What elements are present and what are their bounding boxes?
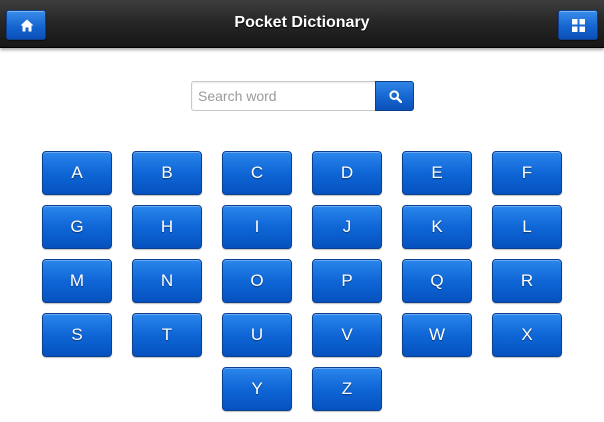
letter-button-w[interactable]: W [402, 313, 472, 357]
letter-button-f[interactable]: F [492, 151, 562, 195]
grid-icon [572, 19, 585, 32]
home-icon [20, 19, 34, 32]
letter-button-x[interactable]: X [492, 313, 562, 357]
page-title: Pocket Dictionary [234, 14, 370, 31]
letter-button-m[interactable]: M [42, 259, 112, 303]
search-button[interactable] [375, 81, 414, 111]
letter-grid: ABCDEF GHIJKL MNOPQR STUVWX YZ [42, 151, 562, 411]
letter-button-p[interactable]: P [312, 259, 382, 303]
letter-button-n[interactable]: N [132, 259, 202, 303]
letter-button-d[interactable]: D [312, 151, 382, 195]
letter-button-y[interactable]: Y [222, 367, 292, 411]
home-button[interactable] [6, 10, 46, 40]
letter-button-i[interactable]: I [222, 205, 292, 249]
letter-button-j[interactable]: J [312, 205, 382, 249]
letter-button-c[interactable]: C [222, 151, 292, 195]
letter-button-e[interactable]: E [402, 151, 472, 195]
letter-button-o[interactable]: O [222, 259, 292, 303]
letter-button-b[interactable]: B [132, 151, 202, 195]
letter-button-k[interactable]: K [402, 205, 472, 249]
letter-button-s[interactable]: S [42, 313, 112, 357]
app-header: Pocket Dictionary [0, 0, 604, 48]
letter-button-q[interactable]: Q [402, 259, 472, 303]
search-bar [191, 81, 414, 111]
letter-button-a[interactable]: A [42, 151, 112, 195]
search-icon [389, 90, 402, 103]
letter-button-g[interactable]: G [42, 205, 112, 249]
apps-menu-button[interactable] [558, 10, 598, 40]
letter-button-z[interactable]: Z [312, 367, 382, 411]
letter-button-t[interactable]: T [132, 313, 202, 357]
letter-button-u[interactable]: U [222, 313, 292, 357]
letter-button-r[interactable]: R [492, 259, 562, 303]
letter-button-l[interactable]: L [492, 205, 562, 249]
letter-button-v[interactable]: V [312, 313, 382, 357]
letter-button-h[interactable]: H [132, 205, 202, 249]
search-input[interactable] [191, 81, 376, 111]
